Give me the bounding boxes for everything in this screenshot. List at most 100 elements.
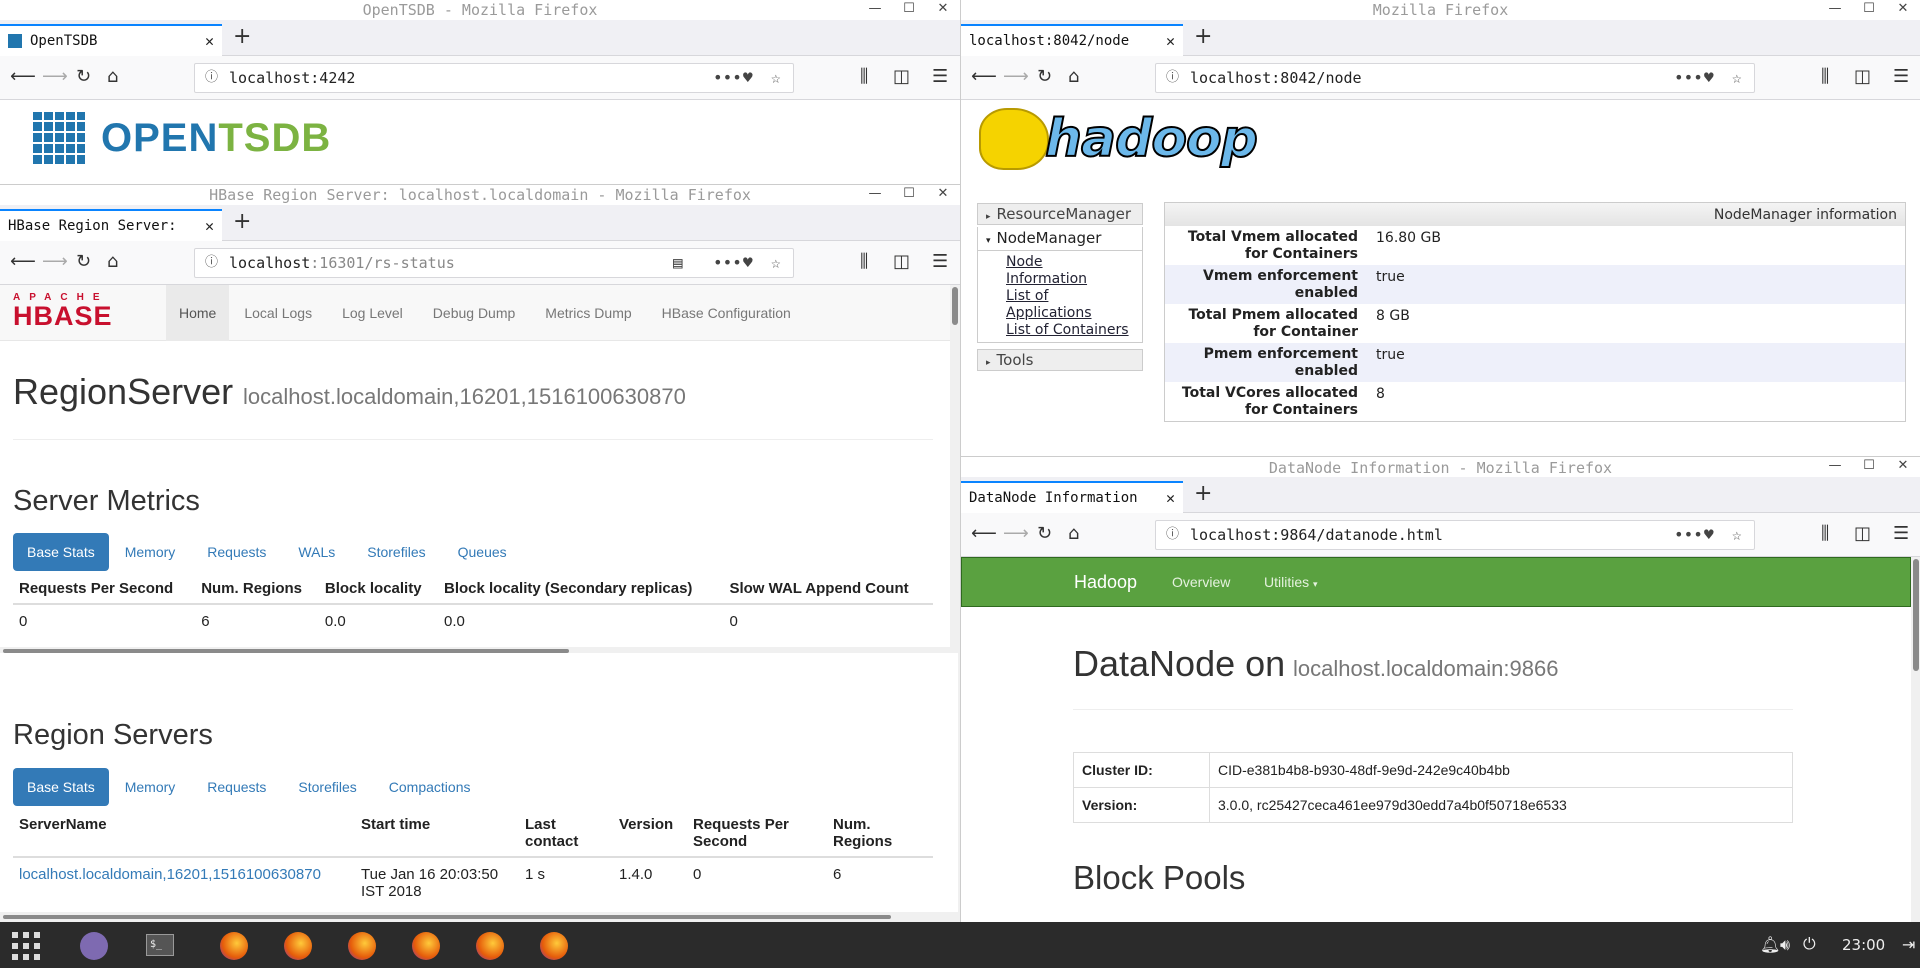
home-icon[interactable]: ⌂ [107,250,118,274]
close-tab-icon[interactable]: ✕ [1166,489,1175,507]
menu-icon[interactable]: ☰ [1893,65,1909,89]
close-tab-icon[interactable]: ✕ [205,32,214,50]
maximize-button[interactable]: ☐ [892,0,926,20]
nav-utilities[interactable]: Utilities ▾ [1264,558,1318,608]
volume-icon[interactable]: 🔊︎ [1780,935,1790,955]
sidebar-icon[interactable]: ◫ [1854,522,1871,546]
new-tab-button[interactable]: + [1194,479,1212,509]
close-button[interactable]: ✕ [1886,0,1920,20]
minimize-button[interactable]: — [1818,457,1852,477]
menu-icon[interactable]: ☰ [932,250,948,274]
menu-node-manager[interactable]: ▾ NodeManager [977,227,1143,251]
library-icon[interactable]: ⫼ [860,250,868,274]
forward-icon[interactable]: ⟶ [1003,522,1029,546]
firefox-icon[interactable] [540,932,568,960]
link-list-of-applications[interactable]: List of Applications [1006,288,1096,322]
pocket-icon[interactable]: ♥ [743,249,753,277]
bookmark-star-icon[interactable]: ☆ [1732,64,1742,92]
show-desktop-icon[interactable]: ⇥ [1902,935,1915,954]
home-icon[interactable]: ⌂ [1068,65,1079,89]
forward-icon[interactable]: ⟶ [42,65,68,89]
minimize-button[interactable]: — [1818,0,1852,20]
vertical-scrollbar[interactable] [1911,557,1920,922]
pocket-icon[interactable]: ♥ [743,64,753,92]
sidebar-icon[interactable]: ◫ [893,250,910,274]
tab-datanode[interactable]: DataNode Information ✕ [961,481,1183,513]
maximize-button[interactable]: ☐ [1852,457,1886,477]
app-grid-icon[interactable] [12,932,40,960]
close-button[interactable]: ✕ [926,0,960,20]
reload-icon[interactable]: ↻ [1037,65,1052,89]
nav-home[interactable]: Home [166,285,230,341]
bookmark-star-icon[interactable]: ☆ [771,249,781,277]
tab-nodemanager[interactable]: localhost:8042/node ✕ [961,24,1183,56]
forward-icon[interactable]: ⟶ [42,250,68,274]
menu-tools[interactable]: ▸ Tools [977,349,1143,371]
sidebar-icon[interactable]: ◫ [1854,65,1871,89]
scrollbar-thumb[interactable] [952,287,958,325]
more-icon[interactable]: ••• [713,64,742,92]
horizontal-scrollbar[interactable] [0,912,958,922]
url-bar[interactable]: ⓘ localhost:4242 ••• ♥ ☆ [194,63,794,93]
bookmark-star-icon[interactable]: ☆ [1732,521,1742,549]
tab-storefiles[interactable]: Storefiles [282,768,372,806]
menu-icon[interactable]: ☰ [932,65,948,89]
menu-resource-manager[interactable]: ▸ ResourceManager [977,203,1143,225]
nav-overview[interactable]: Overview [1172,558,1230,606]
reload-icon[interactable]: ↻ [76,250,91,274]
tab-storefiles[interactable]: Storefiles [351,533,441,571]
nav-local-logs[interactable]: Local Logs [229,285,327,341]
info-icon[interactable]: ⓘ [205,249,218,277]
back-icon[interactable]: ⟵ [10,250,36,274]
back-icon[interactable]: ⟵ [971,65,997,89]
tab-compactions[interactable]: Compactions [373,768,487,806]
scrollbar-thumb[interactable] [3,915,891,919]
url-bar[interactable]: ⓘ localhost:8042/node ••• ♥ ☆ [1155,63,1755,93]
firefox-icon[interactable] [348,932,376,960]
library-icon[interactable]: ⫼ [860,65,868,89]
tab-queues[interactable]: Queues [442,533,523,571]
more-icon[interactable]: ••• [1674,64,1703,92]
emacs-icon[interactable] [80,932,108,960]
power-icon[interactable]: ⏻ [1803,934,1816,954]
firefox-icon[interactable] [412,932,440,960]
sidebar-icon[interactable]: ◫ [893,65,910,89]
firefox-icon[interactable] [476,932,504,960]
link-list-of-containers[interactable]: List of Containers [1006,322,1142,339]
tab-base-stats[interactable]: Base Stats [13,768,109,806]
close-button[interactable]: ✕ [926,185,960,205]
home-icon[interactable]: ⌂ [1068,522,1079,546]
forward-icon[interactable]: ⟶ [1003,65,1029,89]
scrollbar-thumb[interactable] [1913,559,1919,671]
tab-memory[interactable]: Memory [109,533,192,571]
new-tab-button[interactable]: + [1194,22,1212,52]
pocket-icon[interactable]: ♥ [1704,521,1714,549]
back-icon[interactable]: ⟵ [971,522,997,546]
reader-view-icon[interactable]: ▤ [673,249,683,277]
nav-log-level[interactable]: Log Level [327,285,418,341]
new-tab-button[interactable]: + [233,207,251,237]
nav-debug-dump[interactable]: Debug Dump [418,285,531,341]
server-name-link[interactable]: localhost.localdomain,16201,151610063087… [19,866,321,883]
menu-icon[interactable]: ☰ [1893,522,1909,546]
clock[interactable]: 23:00 [1842,936,1885,954]
firefox-icon[interactable] [220,932,248,960]
bookmark-star-icon[interactable]: ☆ [771,64,781,92]
minimize-button[interactable]: — [858,0,892,20]
tab-requests[interactable]: Requests [191,533,282,571]
back-icon[interactable]: ⟵ [10,65,36,89]
tab-hbase[interactable]: HBase Region Server: ✕ [0,209,222,241]
url-bar[interactable]: ⓘ localhost:9864/datanode.html ••• ♥ ☆ [1155,520,1755,550]
minimize-button[interactable]: — [858,185,892,205]
notification-bell-icon[interactable]: 🔔︎ [1760,935,1780,954]
nav-hbase-configuration[interactable]: HBase Configuration [647,285,806,341]
tab-base-stats[interactable]: Base Stats [13,533,109,571]
reload-icon[interactable]: ↻ [76,65,91,89]
home-icon[interactable]: ⌂ [107,65,118,89]
more-icon[interactable]: ••• [1674,521,1703,549]
library-icon[interactable]: ⫼ [1821,522,1829,546]
tab-requests[interactable]: Requests [191,768,282,806]
link-node-information[interactable]: Node Information [1006,254,1087,288]
url-bar[interactable]: ⓘ localhost:16301/rs-status ▤ ••• ♥ ☆ [194,248,794,278]
tab-wals[interactable]: WALs [282,533,351,571]
